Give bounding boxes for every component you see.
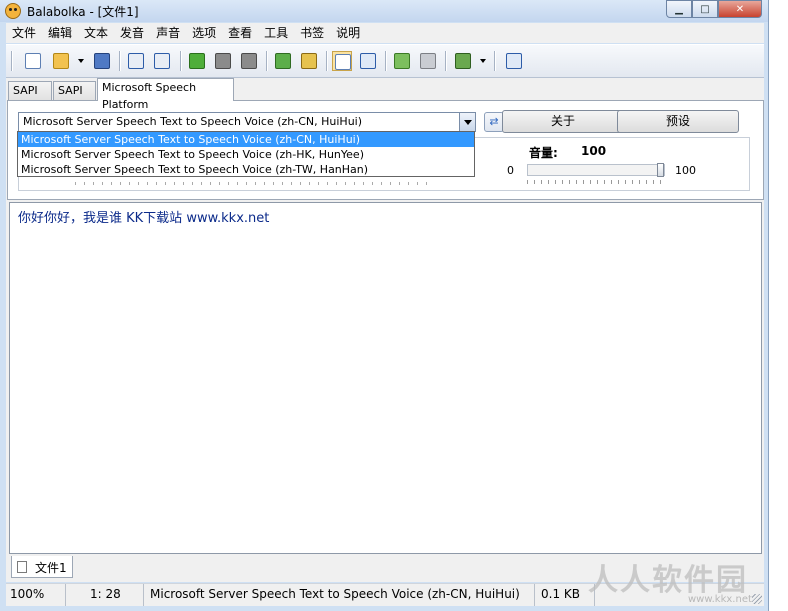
status-voice: Microsoft Server Speech Text to Speech V… — [144, 584, 535, 606]
voice-select[interactable]: Microsoft Server Speech Text to Speech V… — [18, 112, 476, 132]
tab-sapi4[interactable]: SAPI 4 — [8, 81, 52, 114]
maximize-button[interactable]: □ — [692, 0, 718, 18]
save-audio-button[interactable] — [126, 51, 146, 71]
preset-button[interactable]: 预设 — [617, 110, 739, 133]
refresh-icon: ⇄ — [489, 115, 499, 128]
toolbar-separator — [385, 51, 387, 71]
ab-text-icon — [360, 53, 376, 69]
app-window: Balabolka - [文件1] ▁ □ ✕ 文件 编辑 文本 发音 声音 选… — [0, 0, 768, 611]
document-icon — [17, 561, 27, 573]
pause-icon — [215, 53, 231, 69]
pronunciation-dropdown-arrow-icon[interactable] — [480, 59, 486, 63]
voice-option-zh-tw[interactable]: Microsoft Server Speech Text to Speech V… — [18, 162, 474, 177]
menu-text[interactable]: 文本 — [78, 23, 114, 43]
volume-max-label: 100 — [675, 164, 696, 177]
document-tab[interactable]: 文件1 — [11, 556, 73, 578]
tab-microsoft-speech-platform[interactable]: Microsoft Speech Platform — [97, 78, 234, 111]
volume-slider[interactable] — [527, 163, 665, 177]
toolbar-separator — [266, 51, 268, 71]
refresh-voices-button[interactable]: ⇄ — [484, 112, 504, 132]
status-cursor-position: 1: 28 — [66, 584, 144, 606]
text-view-toggle[interactable] — [332, 51, 352, 71]
open-button[interactable] — [51, 51, 71, 71]
menu-bar: 文件 编辑 文本 发音 声音 选项 查看 工具 书签 说明 — [6, 23, 764, 43]
volume-label: 音量: — [529, 146, 558, 160]
text-to-speech-view-toggle[interactable] — [358, 51, 378, 71]
toolbar-separator — [326, 51, 328, 71]
new-document-button[interactable] — [23, 51, 43, 71]
voice-option-zh-cn[interactable]: Microsoft Server Speech Text to Speech V… — [18, 132, 474, 147]
read-file-button[interactable] — [299, 51, 319, 71]
volume-value: 100 — [581, 144, 607, 158]
menu-view[interactable]: 查看 — [222, 23, 258, 43]
floppy-disk-icon — [94, 53, 110, 69]
toolbar-grip — [11, 51, 13, 71]
play-icon — [189, 53, 205, 69]
app-logo-icon — [5, 3, 21, 19]
help-button[interactable] — [504, 51, 524, 71]
pronunciation-button[interactable] — [453, 51, 473, 71]
volume-slider-ticks — [527, 180, 665, 184]
title-bar[interactable]: Balabolka - [文件1] ▁ □ ✕ — [0, 0, 768, 22]
tab-sapi5[interactable]: SAPI 5 — [53, 81, 96, 114]
close-button[interactable]: ✕ — [718, 0, 762, 18]
bookmark-add-icon — [394, 53, 410, 69]
clipboard-play-icon — [275, 53, 291, 69]
play-button[interactable] — [187, 51, 207, 71]
help-question-icon — [506, 53, 522, 69]
audio-file-icon — [128, 53, 144, 69]
rate-slider-ticks — [75, 182, 435, 185]
window-controls: ▁ □ ✕ — [666, 0, 762, 18]
menu-help[interactable]: 说明 — [330, 23, 366, 43]
open-dropdown-arrow-icon[interactable] — [78, 59, 84, 63]
multi-audio-icon — [154, 53, 170, 69]
new-document-icon — [25, 53, 41, 69]
menu-voice[interactable]: 声音 — [150, 23, 186, 43]
pause-button[interactable] — [213, 51, 233, 71]
volume-min-label: 0 — [507, 164, 514, 177]
add-bookmark-button[interactable] — [392, 51, 412, 71]
toolbar-separator — [180, 51, 182, 71]
watermark-url: www.kkx.net — [688, 594, 752, 605]
bookmark-icon — [420, 53, 436, 69]
toolbar — [6, 44, 764, 78]
toolbar-separator — [445, 51, 447, 71]
menu-tools[interactable]: 工具 — [258, 23, 294, 43]
menu-file[interactable]: 文件 — [6, 23, 42, 43]
split-audio-button[interactable] — [152, 51, 172, 71]
document-tab-label: 文件1 — [35, 561, 67, 575]
menu-options[interactable]: 选项 — [186, 23, 222, 43]
volume-slider-thumb[interactable] — [657, 163, 664, 177]
editor-content: 你好你好，我是谁 KK下载站 www.kkx.net — [18, 211, 270, 226]
goto-bookmark-button[interactable] — [418, 51, 438, 71]
toolbar-separator — [494, 51, 496, 71]
watermark: 人人软件园 — [588, 563, 748, 598]
window-title: Balabolka - [文件1] — [27, 5, 139, 19]
voice-select-value: Microsoft Server Speech Text to Speech V… — [23, 115, 363, 128]
text-editor[interactable]: 你好你好，我是谁 KK下载站 www.kkx.net — [9, 202, 762, 554]
save-button[interactable] — [92, 51, 112, 71]
speaker-book-icon — [455, 53, 471, 69]
voice-dropdown-list: Microsoft Server Speech Text to Speech V… — [17, 131, 475, 177]
read-clipboard-button[interactable] — [273, 51, 293, 71]
stop-button[interactable] — [239, 51, 259, 71]
menu-pronunciation[interactable]: 发音 — [114, 23, 150, 43]
file-play-icon — [301, 53, 317, 69]
menu-edit[interactable]: 编辑 — [42, 23, 78, 43]
stop-icon — [241, 53, 257, 69]
resize-grip[interactable] — [752, 594, 762, 604]
minimize-button[interactable]: ▁ — [666, 0, 692, 18]
document-lines-icon — [335, 54, 351, 70]
about-button[interactable]: 关于 — [502, 110, 624, 133]
voice-option-zh-hk[interactable]: Microsoft Server Speech Text to Speech V… — [18, 147, 474, 162]
voice-select-chevron-down-icon[interactable] — [459, 113, 475, 131]
menu-bookmarks[interactable]: 书签 — [294, 23, 330, 43]
status-zoom: 100% — [6, 584, 66, 606]
status-file-size: 0.1 KB — [535, 584, 595, 606]
folder-icon — [53, 53, 69, 69]
toolbar-separator — [119, 51, 121, 71]
